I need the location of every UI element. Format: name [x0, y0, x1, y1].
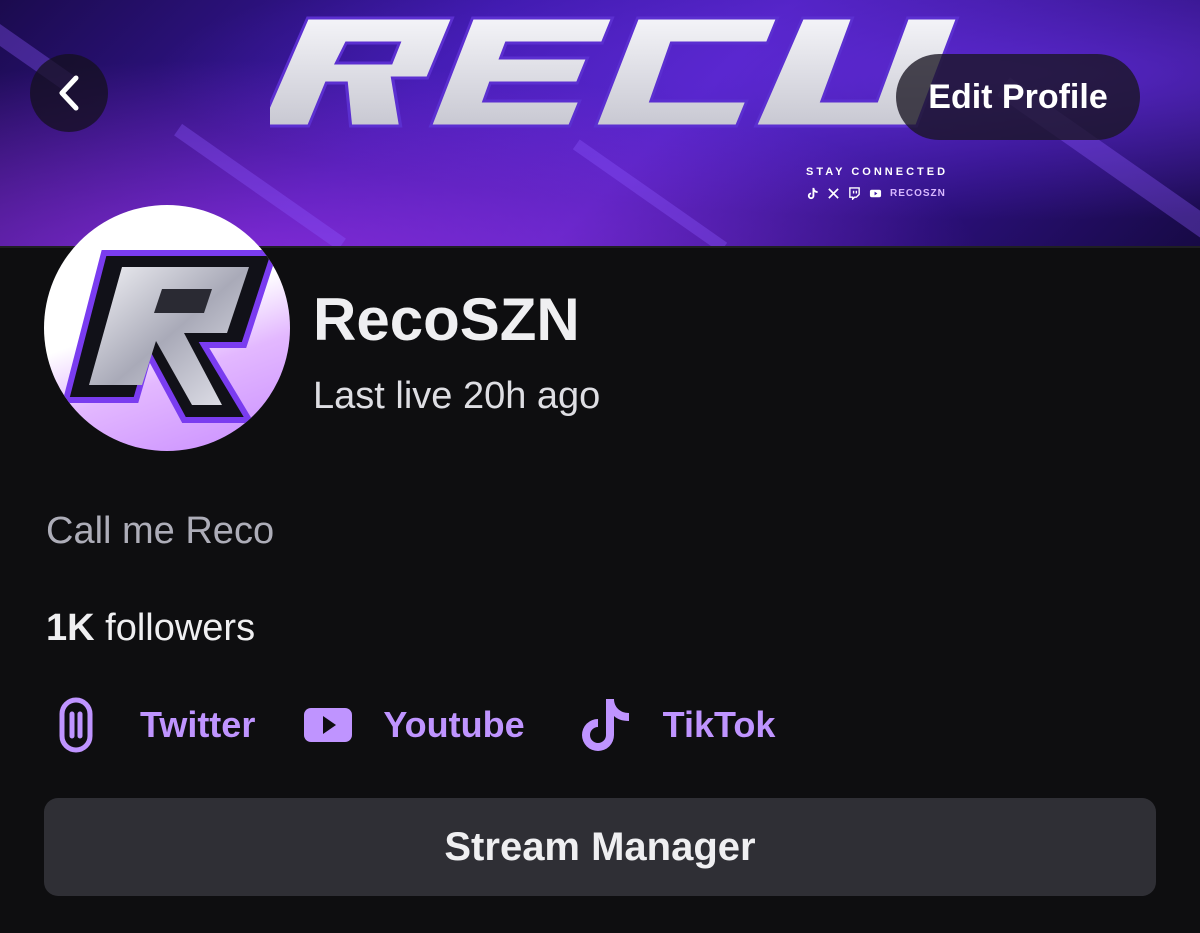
- youtube-icon: [869, 189, 882, 198]
- social-link-label: TikTok: [662, 704, 776, 745]
- stream-manager-button[interactable]: Stream Manager: [44, 798, 1156, 896]
- avatar-logo: [62, 250, 279, 423]
- twitch-icon: [849, 187, 860, 200]
- youtube-icon: [301, 695, 355, 755]
- social-links: Twitter Youtube TikTok: [46, 695, 775, 755]
- tiktok-icon: [577, 695, 637, 755]
- social-link-label: Youtube: [383, 704, 525, 745]
- back-button[interactable]: [30, 54, 108, 132]
- banner-handle: RECOSZN: [890, 188, 946, 199]
- social-link-tiktok[interactable]: TikTok: [577, 695, 776, 755]
- banner-logo: [270, 16, 960, 128]
- link-icon: [46, 695, 106, 755]
- banner-social-row: RECOSZN: [806, 187, 946, 200]
- followers-count: 1K followers: [46, 607, 255, 650]
- last-live-text: Last live 20h ago: [313, 375, 601, 417]
- banner-tagline: STAY CONNECTED: [806, 166, 949, 178]
- username: RecoSZN: [313, 286, 580, 353]
- bio: Call me Reco: [46, 510, 275, 552]
- followers-number: 1K: [46, 607, 95, 649]
- social-link-youtube[interactable]: Youtube: [301, 695, 525, 755]
- social-link-label: Twitter: [140, 704, 256, 745]
- avatar[interactable]: [44, 205, 290, 451]
- social-link-twitter[interactable]: Twitter: [46, 695, 255, 755]
- banner-decoration: [572, 139, 728, 246]
- followers-label: followers: [105, 607, 256, 649]
- chevron-left-icon: [59, 75, 79, 111]
- x-icon: [828, 188, 839, 199]
- edit-profile-button[interactable]: Edit Profile: [896, 54, 1140, 140]
- tiktok-icon: [807, 187, 818, 200]
